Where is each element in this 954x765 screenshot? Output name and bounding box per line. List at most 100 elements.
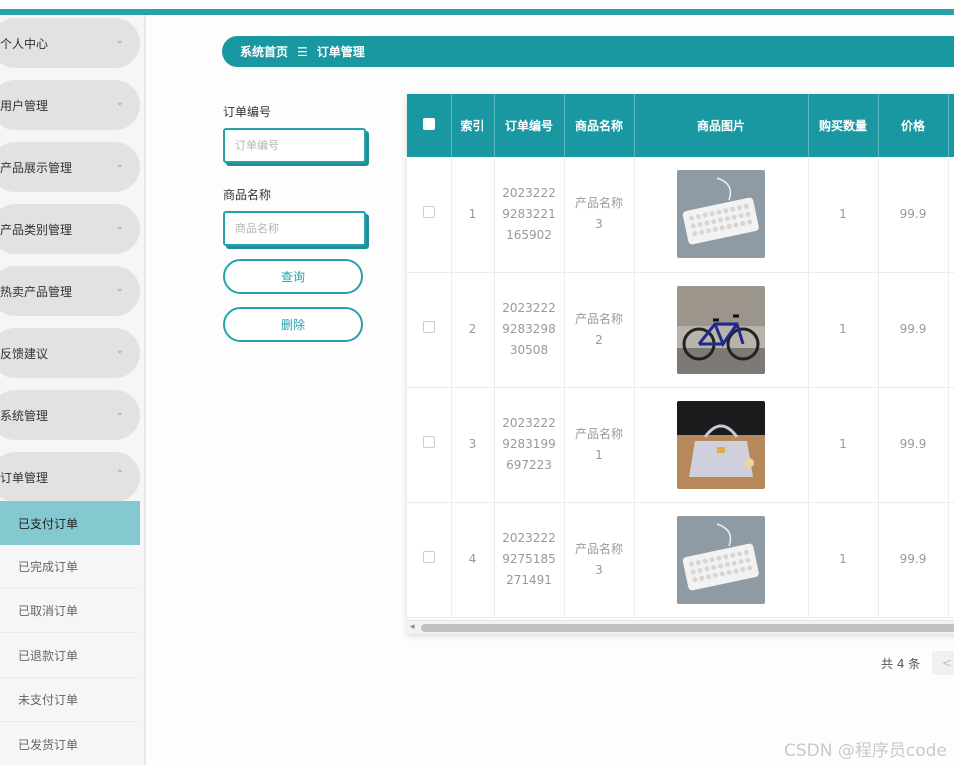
product-name-input[interactable] <box>223 211 366 246</box>
table-row[interactable]: 1 2023222 9283221 165902 产品名称 3 1 99.9 <box>407 157 954 273</box>
select-all-checkbox[interactable] <box>422 118 435 130</box>
pagination-prev-button[interactable]: < <box>932 651 954 675</box>
sidebar-item-label: 产品类别管理 <box>0 222 73 237</box>
order-no-text: 2023222 9283199 697223 <box>502 416 556 472</box>
sidebar-item-profile[interactable]: 个人中心 ⌄ <box>0 18 140 68</box>
sidebar-item-users[interactable]: 用户管理 ⌄ <box>0 80 140 130</box>
product-name-cell: 产品名称 3 <box>564 502 635 618</box>
breadcrumb-home-link[interactable]: 系统首页 <box>240 43 288 60</box>
scroll-left-arrow-icon[interactable]: ◂ <box>410 621 415 634</box>
submenu-item-paid-orders[interactable]: 已支付订单 <box>0 501 140 545</box>
product-image-cell <box>634 387 809 503</box>
keyboard-photo[interactable] <box>677 170 765 259</box>
table-row[interactable]: 4 2023222 9275185 271491 产品名称 3 1 99.9 <box>407 502 954 618</box>
menu-separator-icon: ☰ <box>297 44 308 59</box>
product-name-cell: 产品名称 1 <box>564 387 635 503</box>
price-cell: 99.9 <box>878 502 949 618</box>
product-name-cell: 产品名称 3 <box>564 157 635 273</box>
chevron-down-icon: ⌄ <box>115 159 124 170</box>
chevron-up-icon: ⌃ <box>115 469 124 480</box>
submenu-item-refunded-orders[interactable]: 已退款订单 <box>0 634 140 678</box>
quantity-cell: 1 <box>808 502 879 618</box>
sidebar-item-label: 个人中心 <box>0 36 49 51</box>
overflow-cell <box>948 387 954 503</box>
column-header-price[interactable]: 价格 <box>878 94 949 157</box>
row-checkbox[interactable] <box>422 205 435 218</box>
sidebar-item-label: 反馈建议 <box>0 346 49 361</box>
chevron-down-icon: ⌄ <box>115 345 124 356</box>
product-image-cell <box>634 272 809 388</box>
handbag-photo[interactable] <box>677 400 765 489</box>
breadcrumb-current: 订单管理 <box>316 45 365 59</box>
quantity-cell: 1 <box>808 387 879 503</box>
order-no-cell: 2023222 9283221 165902 <box>494 157 565 273</box>
overflow-cell <box>948 502 954 618</box>
column-header-order-no[interactable]: 订单编号 <box>494 94 565 157</box>
scrollbar-thumb[interactable] <box>421 624 954 632</box>
select-all-cell <box>407 94 452 157</box>
order-no-text: 2023222 9275185 271491 <box>502 531 556 587</box>
order-no-input[interactable] <box>223 128 366 163</box>
chevron-down-icon: ⌄ <box>115 283 124 294</box>
order-no-text: 2023222 9283298 30508 <box>502 301 556 357</box>
order-no-cell: 2023222 9275185 271491 <box>494 502 565 618</box>
quantity-cell: 1 <box>808 157 879 273</box>
chevron-down-icon: ⌄ <box>115 221 124 232</box>
sidebar-item-system[interactable]: 系统管理 ⌄ <box>0 390 140 440</box>
price-cell: 99.9 <box>878 387 949 503</box>
overflow-cell <box>948 272 954 388</box>
query-button[interactable]: 查询 <box>223 259 363 294</box>
product-image-cell <box>634 157 809 273</box>
index-cell: 3 <box>451 387 495 503</box>
column-header-product-name[interactable]: 商品名称 <box>564 94 635 157</box>
row-checkbox[interactable] <box>422 551 435 563</box>
sidebar-item-product-category[interactable]: 产品类别管理 ⌄ <box>0 204 140 254</box>
order-no-cell: 2023222 9283199 697223 <box>494 387 565 503</box>
submenu-item-cancelled-orders[interactable]: 已取消订单 <box>0 589 140 633</box>
sidebar-item-orders[interactable]: 订单管理 ⌃ <box>0 452 140 502</box>
product-image-cell <box>634 502 809 618</box>
submenu-item-shipped-orders[interactable]: 已发货订单 <box>0 723 140 765</box>
order-no-text: 2023222 9283221 165902 <box>502 185 556 242</box>
product-name-text: 产品名称 1 <box>574 426 623 462</box>
submenu-item-completed-orders[interactable]: 已完成订单 <box>0 545 140 589</box>
sidebar-item-hot-products[interactable]: 热卖产品管理 ⌄ <box>0 266 140 316</box>
breadcrumb: 系统首页 ☰ 订单管理 <box>222 36 954 67</box>
sidebar: 个人中心 ⌄ 用户管理 ⌄ 产品展示管理 ⌄ 产品类别管理 ⌄ 热卖产品管理 ⌄ 反馈建议… <box>0 15 146 765</box>
row-checkbox[interactable] <box>422 436 435 448</box>
sidebar-item-product-display[interactable]: 产品展示管理 ⌄ <box>0 142 140 192</box>
chevron-down-icon: ⌄ <box>115 97 124 108</box>
table-row[interactable]: 3 2023222 9283199 697223 产品名称 1 1 99.9 <box>407 387 954 503</box>
column-header-index[interactable]: 索引 <box>451 94 495 157</box>
submenu-item-unpaid-orders[interactable]: 未支付订单 <box>0 678 140 722</box>
product-name-cell: 产品名称 2 <box>564 272 635 388</box>
index-cell: 4 <box>451 502 495 618</box>
overflow-cell <box>948 157 954 273</box>
sidebar-item-feedback[interactable]: 反馈建议 ⌄ <box>0 328 140 378</box>
price-cell: 99.9 <box>878 272 949 388</box>
table-header-row: 索引 订单编号 商品名称 商品图片 购买数量 价格 <box>407 94 954 157</box>
sidebar-item-label: 产品展示管理 <box>0 160 73 175</box>
watermark: CSDN @程序员code <box>784 741 947 761</box>
orders-table-container: 索引 订单编号 商品名称 商品图片 购买数量 价格 1 2023222 9283… <box>407 94 954 634</box>
sidebar-item-label: 订单管理 <box>0 470 49 485</box>
pagination-total: 共 4 条 <box>881 657 921 671</box>
product-name-text: 产品名称 2 <box>574 311 623 347</box>
quantity-cell: 1 <box>808 272 879 388</box>
product-name-text: 产品名称 3 <box>574 541 623 577</box>
product-name-label: 商品名称 <box>223 188 272 202</box>
horizontal-scrollbar[interactable]: ◂ <box>407 620 954 634</box>
sidebar-item-label: 用户管理 <box>0 98 49 113</box>
chevron-down-icon: ⌄ <box>115 407 124 418</box>
bicycle-photo[interactable] <box>677 285 765 374</box>
keyboard-photo[interactable] <box>677 515 765 604</box>
sidebar-item-label: 系统管理 <box>0 408 49 423</box>
table-row[interactable]: 2 2023222 9283298 30508 产品名称 2 1 99.9 <box>407 272 954 388</box>
price-cell: 99.9 <box>878 157 949 273</box>
row-checkbox[interactable] <box>422 321 435 333</box>
column-header-quantity[interactable]: 购买数量 <box>808 94 879 157</box>
column-header-product-image[interactable]: 商品图片 <box>634 94 809 157</box>
product-name-text: 产品名称 3 <box>574 196 623 232</box>
orders-table: 索引 订单编号 商品名称 商品图片 购买数量 价格 1 2023222 9283… <box>407 94 954 618</box>
delete-button[interactable]: 删除 <box>223 307 363 342</box>
